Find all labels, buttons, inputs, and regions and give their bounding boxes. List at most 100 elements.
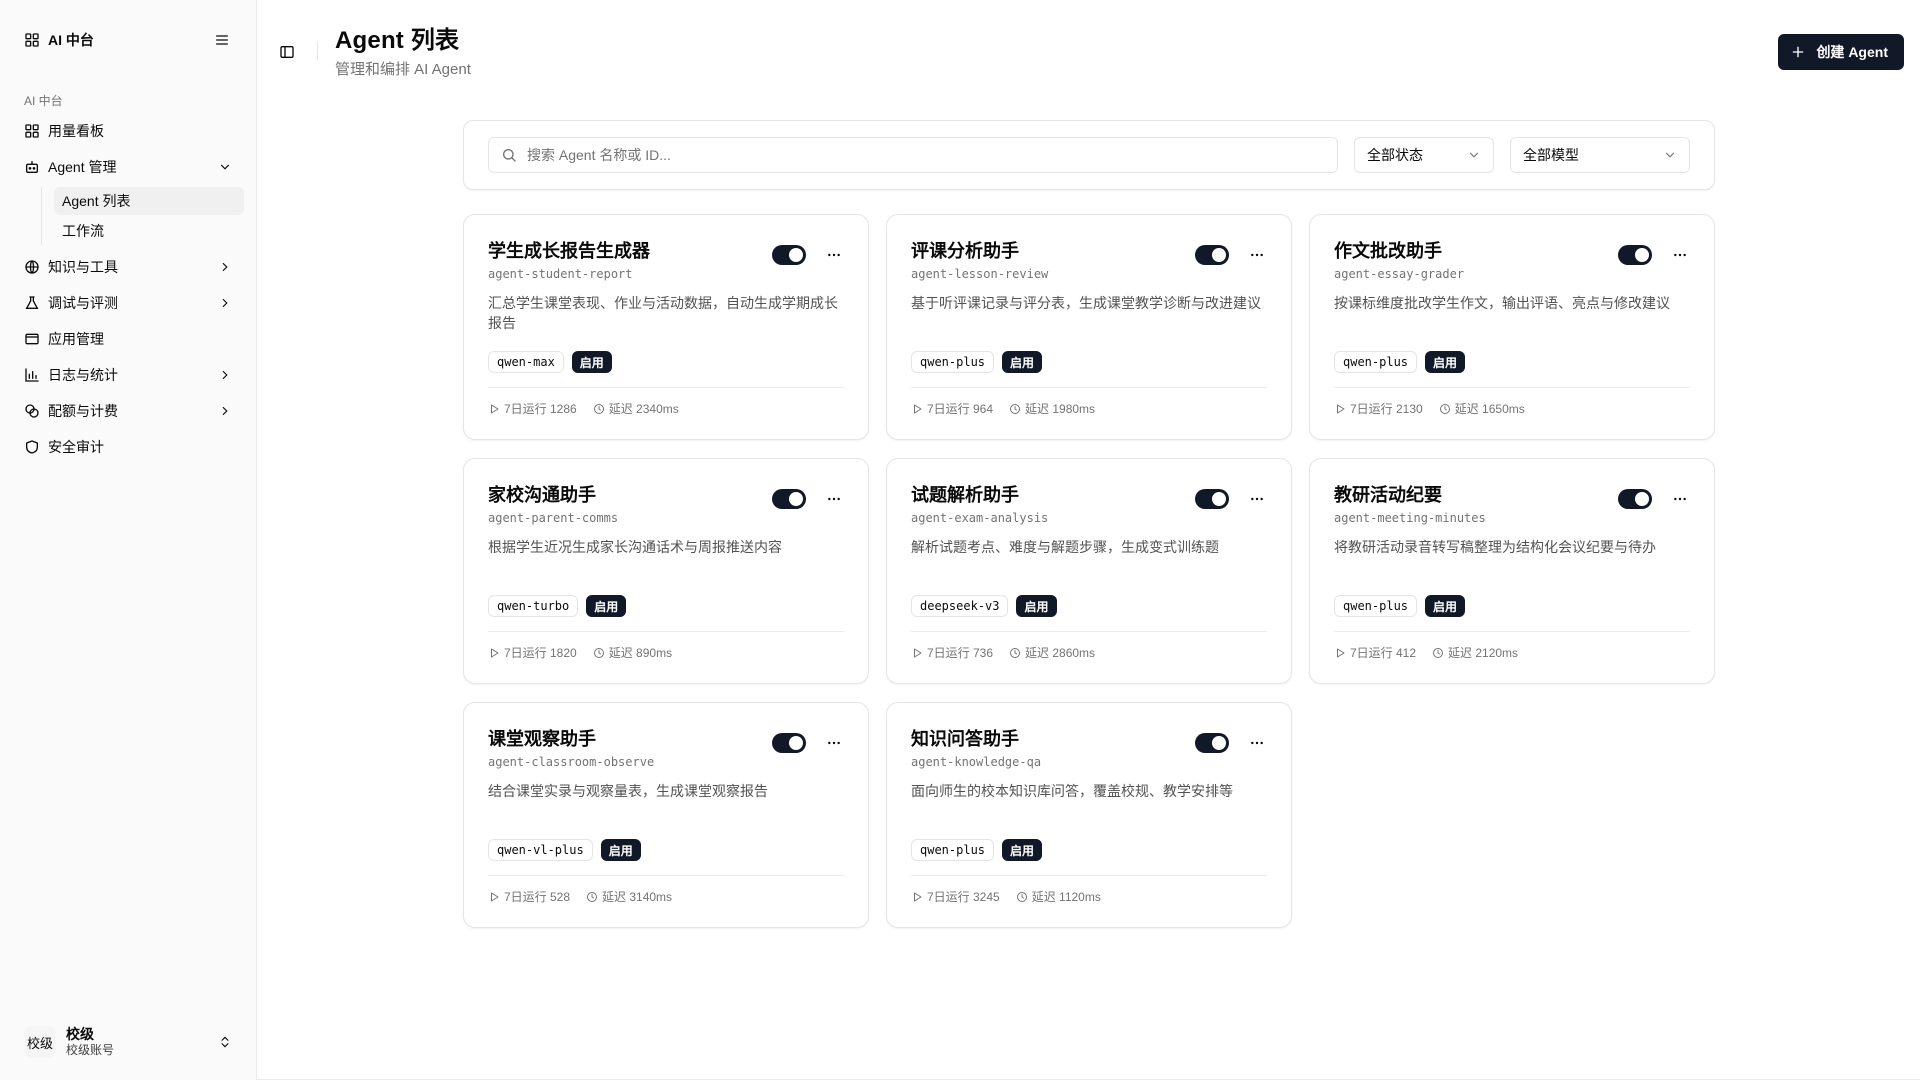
agent-enabled-toggle[interactable] (1195, 489, 1229, 509)
latency-stat: 延迟 890ms (593, 644, 672, 661)
sidebar-item-label: 用量看板 (48, 123, 104, 139)
status-select[interactable]: 全部状态 (1354, 137, 1494, 173)
agent-id: agent-classroom-observe (488, 755, 655, 769)
header-separator (317, 42, 318, 60)
model-select[interactable]: 全部模型 (1510, 137, 1690, 173)
sidebar-toggle-button[interactable] (273, 38, 301, 66)
agent-grid: 学生成长报告生成器 agent-student-report 汇总学生课堂表现、… (463, 214, 1715, 928)
card-actions (1195, 483, 1267, 509)
sidebar-subitem-agent-list[interactable]: Agent 列表 (54, 187, 244, 215)
card-tags: qwen-vl-plus 启用 (488, 839, 844, 861)
card-divider (488, 631, 844, 632)
agent-enabled-toggle[interactable] (772, 733, 806, 753)
flask-icon (25, 296, 39, 309)
more-options-button[interactable] (1247, 733, 1267, 753)
sidebar-item-security-audit[interactable]: 安全审计 (12, 429, 244, 465)
agent-card[interactable]: 学生成长报告生成器 agent-student-report 汇总学生课堂表现、… (463, 214, 869, 440)
agent-description: 解析试题考点、难度与解题步骤，生成变式训练题 (911, 539, 1219, 555)
agent-enabled-toggle[interactable] (1618, 489, 1652, 509)
card-titles: 课堂观察助手 agent-classroom-observe (488, 727, 654, 769)
agent-card[interactable]: 试题解析助手 agent-exam-analysis 解析试题考点、难度与解题步… (886, 458, 1292, 684)
card-actions (772, 239, 844, 265)
status-select-value: 全部状态 (1367, 147, 1423, 163)
card-tags: qwen-turbo 启用 (488, 595, 844, 617)
clock-icon (587, 891, 598, 902)
sidebar-item-agent-management[interactable]: Agent 管理 (12, 149, 244, 185)
latency-value: 延迟 2860ms (1025, 646, 1096, 660)
agent-name: 学生成长报告生成器 (488, 241, 650, 261)
sidebar-item-label: Agent 管理 (48, 159, 117, 175)
card-header: 知识问答助手 agent-knowledge-qa (911, 727, 1267, 769)
main-content: Agent 列表 管理和编排 AI Agent 创建 Agent 全部状态 全部… (256, 0, 1920, 1080)
bar-chart-icon (25, 368, 39, 382)
agent-description: 面向师生的校本知识库问答，覆盖校规、教学安排等 (911, 783, 1233, 799)
search-input[interactable] (525, 146, 1325, 164)
model-badge: qwen-plus (1334, 351, 1418, 373)
sidebar-item-logs-stats[interactable]: 日志与统计 (12, 357, 244, 393)
card-divider (488, 387, 844, 388)
latency-stat: 延迟 1120ms (1016, 888, 1101, 905)
brand[interactable]: AI 中台 (24, 30, 94, 50)
status-badge: 启用 (571, 351, 612, 373)
clock-icon (1433, 647, 1444, 658)
more-horizontal-icon (1674, 253, 1686, 257)
more-options-button[interactable] (824, 733, 844, 753)
sidebar-subitem-workflow[interactable]: 工作流 (54, 217, 244, 245)
app-window-icon (25, 333, 39, 345)
runs-value: 7日运行 964 (927, 402, 994, 416)
agent-card[interactable]: 作文批改助手 agent-essay-grader 按课标维度批改学生作文，输出… (1309, 214, 1715, 440)
agent-enabled-toggle[interactable] (1195, 733, 1229, 753)
agent-enabled-toggle[interactable] (1195, 245, 1229, 265)
user-menu[interactable]: 校级 校级 校级账号 (12, 1020, 244, 1064)
agent-card[interactable]: 评课分析助手 agent-lesson-review 基于听评课记录与评分表，生… (886, 214, 1292, 440)
more-horizontal-icon (828, 497, 840, 501)
create-agent-button[interactable]: 创建 Agent (1778, 34, 1904, 70)
clock-icon (1010, 403, 1021, 414)
agent-id: agent-exam-analysis (911, 511, 1049, 525)
card-actions (772, 727, 844, 753)
sidebar-item-usage[interactable]: 用量看板 (12, 113, 244, 149)
agent-card[interactable]: 教研活动纪要 agent-meeting-minutes 将教研活动录音转写稿整… (1309, 458, 1715, 684)
page-header: Agent 列表 管理和编排 AI Agent 创建 Agent (257, 0, 1920, 104)
plus-icon (1793, 46, 1804, 58)
search-field[interactable] (488, 137, 1338, 173)
more-options-button[interactable] (1247, 489, 1267, 509)
sidebar-item-quota-billing[interactable]: 配额与计费 (12, 393, 244, 429)
sidebar-item-app-management[interactable]: 应用管理 (12, 321, 244, 357)
sidebar-item-label: 知识与工具 (48, 259, 118, 275)
more-options-button[interactable] (1670, 245, 1690, 265)
agent-card[interactable]: 知识问答助手 agent-knowledge-qa 面向师生的校本知识库问答，覆… (886, 702, 1292, 928)
sidebar-item-debug-eval[interactable]: 调试与评测 (12, 285, 244, 321)
card-tags: qwen-max 启用 (488, 351, 844, 373)
agent-enabled-toggle[interactable] (772, 245, 806, 265)
card-header: 教研活动纪要 agent-meeting-minutes (1334, 483, 1690, 525)
more-options-button[interactable] (824, 489, 844, 509)
card-tags: deepseek-v3 启用 (911, 595, 1267, 617)
shield-icon (26, 440, 38, 454)
more-horizontal-icon (1251, 253, 1263, 257)
play-icon (914, 892, 922, 901)
agent-card[interactable]: 课堂观察助手 agent-classroom-observe 结合课堂实录与观察… (463, 702, 869, 928)
status-badge: 启用 (1425, 595, 1466, 617)
agent-description: 将教研活动录音转写稿整理为结构化会议纪要与待办 (1334, 539, 1656, 555)
sidebar-item-knowledge-tools[interactable]: 知识与工具 (12, 249, 244, 285)
card-tags: qwen-plus 启用 (1334, 595, 1690, 617)
sidebar-item-label: 调试与评测 (48, 295, 118, 311)
agent-enabled-toggle[interactable] (772, 489, 806, 509)
runs-value: 7日运行 736 (927, 646, 994, 660)
more-options-button[interactable] (1670, 489, 1690, 509)
card-stats: 7日运行 528 延迟 3140ms (488, 888, 844, 905)
search-icon (503, 149, 516, 162)
runs-value: 7日运行 412 (1350, 646, 1417, 660)
runs-value: 7日运行 1820 (504, 646, 577, 660)
card-titles: 学生成长报告生成器 agent-student-report (488, 239, 650, 281)
agent-enabled-toggle[interactable] (1618, 245, 1652, 265)
menu-icon[interactable] (212, 30, 232, 50)
more-options-button[interactable] (824, 245, 844, 265)
model-badge: qwen-vl-plus (488, 839, 593, 861)
card-tags: qwen-plus 启用 (911, 839, 1267, 861)
model-badge: qwen-max (488, 351, 564, 373)
card-divider (911, 387, 1267, 388)
more-options-button[interactable] (1247, 245, 1267, 265)
agent-card[interactable]: 家校沟通助手 agent-parent-comms 根据学生近况生成家长沟通话术… (463, 458, 869, 684)
